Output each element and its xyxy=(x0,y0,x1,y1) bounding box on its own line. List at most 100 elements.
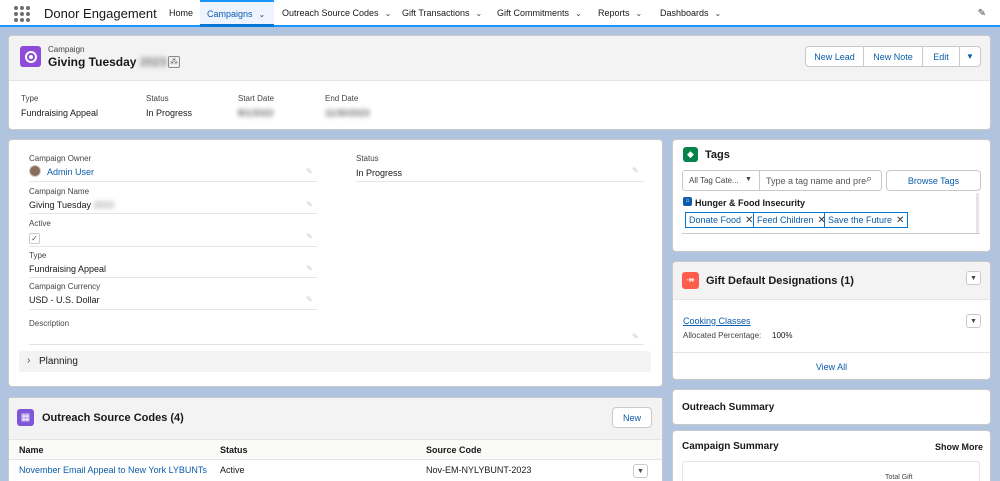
new-note-button[interactable]: New Note xyxy=(863,46,923,67)
hl-end-date-label: End Date xyxy=(325,94,359,103)
planning-section[interactable] xyxy=(19,351,651,372)
currency-value: USD - U.S. Dollar xyxy=(29,295,100,305)
global-nav: Donor Engagement Home Campaigns ⌄ Outreac… xyxy=(0,0,1000,27)
outreach-row-status: Active xyxy=(220,465,245,475)
tag-group-icon: ⌂ xyxy=(683,197,692,206)
pencil-icon[interactable]: ✎ xyxy=(306,200,313,209)
chevron-down-icon[interactable]: ⌄ xyxy=(259,3,266,27)
edit-button[interactable]: Edit xyxy=(922,46,960,67)
chevron-down-icon[interactable]: ⌄ xyxy=(575,1,582,27)
table-icon: ▦ xyxy=(17,409,34,426)
alloc-label: Allocated Percentage: xyxy=(683,331,762,340)
tag-pill[interactable]: Save the Future ✕ xyxy=(824,212,909,228)
outreach-row-name-link[interactable]: November Email Appeal to New York LYBUNT… xyxy=(19,465,207,475)
tags-title: Tags xyxy=(705,149,730,161)
search-icon[interactable]: ⌕ xyxy=(866,173,878,187)
outreach-summary-title: Outreach Summary xyxy=(682,402,775,413)
chevron-down-icon[interactable]: ⌄ xyxy=(636,1,643,27)
divider xyxy=(356,181,644,182)
total-gift-label: Total Gift xyxy=(885,474,913,481)
alloc-value: 100% xyxy=(772,331,793,340)
browse-tags-button[interactable]: Browse Tags xyxy=(886,170,981,191)
tag-pill[interactable]: Feed Children ✕ xyxy=(753,212,830,228)
campaign-icon xyxy=(20,46,41,67)
type-value: Fundraising Appeal xyxy=(29,264,107,274)
divider xyxy=(29,309,317,310)
gift-designation-icon: ↠ xyxy=(682,272,699,289)
hl-status-label: Status xyxy=(146,94,169,103)
summary-tile xyxy=(682,461,980,481)
object-label: Campaign xyxy=(48,45,85,54)
chevron-down-icon[interactable]: ⌄ xyxy=(476,1,483,27)
tag-pill[interactable]: Donate Food ✕ xyxy=(685,212,758,228)
divider xyxy=(29,181,317,182)
nav-item-gift-commitments[interactable]: Gift Commitments ⌄ xyxy=(497,0,582,25)
hl-type-value: Fundraising Appeal xyxy=(21,108,99,118)
col-status[interactable]: Status xyxy=(220,445,248,455)
show-more-link[interactable]: Show More xyxy=(935,442,983,452)
nav-item-gift-transactions[interactable]: Gift Transactions ⌄ xyxy=(402,0,482,25)
chevron-down-icon[interactable]: ⌄ xyxy=(715,1,722,27)
status-label: Status xyxy=(356,154,379,163)
status-value: In Progress xyxy=(356,168,403,178)
more-actions-button[interactable]: ▼ xyxy=(959,46,981,67)
currency-label: Campaign Currency xyxy=(29,282,101,291)
description-label: Description xyxy=(29,319,70,328)
active-label: Active xyxy=(29,219,51,228)
owner-link[interactable]: Admin User xyxy=(47,167,94,177)
divider xyxy=(29,213,317,214)
nav-item-home[interactable]: Home xyxy=(169,0,193,25)
card-actions-button[interactable]: ▼ xyxy=(966,271,981,285)
pencil-icon[interactable]: ✎ xyxy=(632,332,639,341)
col-name[interactable]: Name xyxy=(19,445,44,455)
pencil-icon[interactable]: ✎ xyxy=(306,264,313,273)
chevron-right-icon[interactable]: › xyxy=(27,355,30,366)
pencil-icon[interactable]: ✎ xyxy=(632,166,639,175)
name-year: 2023 xyxy=(93,200,114,210)
pencil-icon[interactable]: ✎ xyxy=(306,167,313,176)
tag-search-input[interactable]: Type a tag name and pre xyxy=(759,170,882,191)
edit-nav-icon[interactable]: ✎ xyxy=(978,8,986,19)
avatar xyxy=(29,165,41,177)
details-card xyxy=(8,139,663,387)
divider xyxy=(682,233,980,234)
new-lead-button[interactable]: New Lead xyxy=(805,46,864,67)
tag-group-name: Hunger & Food Insecurity xyxy=(695,198,806,208)
nav-item-dashboards[interactable]: Dashboards ⌄ xyxy=(660,0,721,25)
planning-label[interactable]: Planning xyxy=(39,356,78,367)
title-year: 2023 xyxy=(139,55,167,69)
table-header-row xyxy=(9,440,662,460)
scrollbar[interactable] xyxy=(976,193,979,233)
hl-start-date-value: 8/1/2023 xyxy=(238,108,274,118)
pencil-icon[interactable]: ✎ xyxy=(306,295,313,304)
gift-designations-title: Gift Default Designations (1) xyxy=(706,275,854,287)
row-actions-button[interactable]: ▼ xyxy=(966,314,981,328)
new-outreach-button[interactable]: New xyxy=(612,407,652,428)
pencil-icon[interactable]: ✎ xyxy=(306,232,313,241)
hl-status-value: In Progress xyxy=(146,108,193,118)
name-value: Giving Tuesday 2023 xyxy=(29,200,114,210)
hl-start-date-label: Start Date xyxy=(238,94,275,103)
chevron-down-icon[interactable]: ⌄ xyxy=(385,1,392,27)
hierarchy-icon[interactable]: ⁂ xyxy=(168,56,180,68)
hl-type-label: Type xyxy=(21,94,39,103)
outreach-row-code: Nov-EM-NYLYBUNT-2023 xyxy=(426,465,532,475)
tag-icon: ◆ xyxy=(683,147,698,162)
name-label: Campaign Name xyxy=(29,187,90,196)
nav-item-campaigns[interactable]: Campaigns ⌄ xyxy=(200,0,274,27)
remove-icon[interactable]: ✕ xyxy=(896,215,904,226)
page-title: Giving Tuesday 2023 xyxy=(48,55,167,69)
owner-label: Campaign Owner xyxy=(29,154,92,163)
divider xyxy=(29,277,317,278)
app-launcher-icon[interactable] xyxy=(14,6,30,22)
nav-item-reports[interactable]: Reports ⌄ xyxy=(598,0,642,25)
dropdown-icon[interactable]: ▼ xyxy=(745,176,752,183)
view-all-link[interactable]: View All xyxy=(673,362,990,372)
active-checkbox: ✓ xyxy=(29,233,40,244)
nav-item-outreach-source-codes[interactable]: Outreach Source Codes ⌄ xyxy=(282,0,391,25)
hl-end-date-value: 11/30/2023 xyxy=(325,108,370,118)
col-source-code[interactable]: Source Code xyxy=(426,445,482,455)
app-name: Donor Engagement xyxy=(44,6,157,21)
designation-link[interactable]: Cooking Classes xyxy=(683,316,751,326)
row-actions-button[interactable]: ▼ xyxy=(633,464,648,478)
